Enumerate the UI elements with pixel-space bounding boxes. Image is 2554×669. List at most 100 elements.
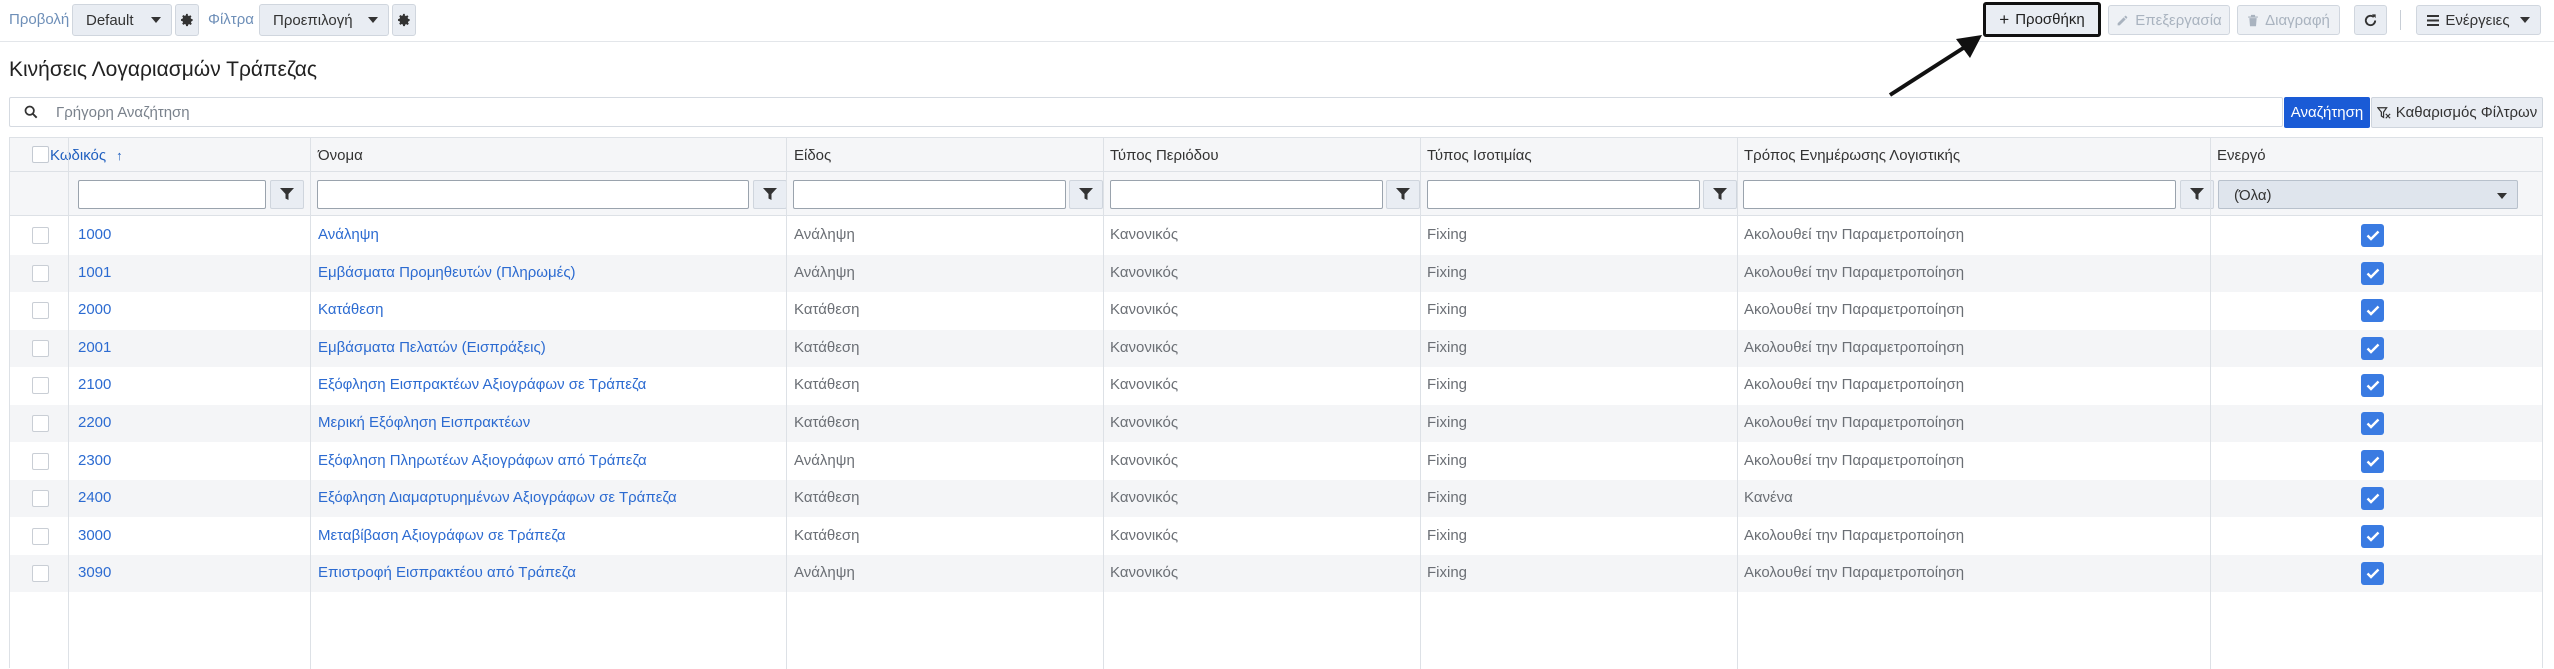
cell-period-type: Κανονικός (1110, 338, 1179, 356)
cell-name[interactable]: Εξόφληση Εισπρακτέων Αξιογράφων σε Τράπε… (318, 376, 646, 393)
table-row[interactable]: 2400 Εξόφληση Διαμαρτυρημένων Αξιογράφων … (10, 480, 2542, 518)
column-divider (2210, 138, 2211, 669)
cell-code[interactable]: 2001 (78, 339, 111, 356)
column-header-name[interactable]: Όνομα (318, 147, 363, 164)
filter-icon (280, 188, 294, 200)
view-settings-button[interactable] (175, 4, 199, 36)
filter-input-code[interactable] (78, 180, 266, 209)
cell-name[interactable]: Επιστροφή Εισπρακτέου από Τράπεζα (318, 564, 576, 581)
cell-name[interactable]: Ανάληψη (318, 226, 379, 243)
table-row[interactable]: 1000 Ανάληψη Ανάληψη Κανονικός Fixing Ακολουθ… (10, 217, 2542, 254)
cell-accounting-update: Ακολουθεί την Παραμετροποίηση (1744, 301, 1965, 319)
active-checkbox[interactable] (2361, 412, 2384, 435)
edit-button[interactable]: Επεξεργασία (2108, 5, 2230, 35)
cell-name[interactable]: Εξόφληση Πληρωτέων Αξιογράφων από Τράπεζ… (318, 452, 647, 469)
active-checkbox[interactable] (2361, 299, 2384, 323)
cell-kind: Κατάθεση (794, 376, 860, 394)
cell-parity-type: Fixing (1427, 564, 1468, 582)
cell-code[interactable]: 2000 (78, 301, 111, 318)
column-header-active[interactable]: Ενεργό (2217, 147, 2266, 164)
cell-name[interactable]: Μεταβίβαση Αξιογράφων σε Τράπεζα (318, 527, 566, 544)
cell-code[interactable]: 2100 (78, 376, 111, 393)
column-header-kind[interactable]: Είδος (794, 147, 831, 164)
gear-icon (398, 13, 410, 27)
cell-name[interactable]: Κατάθεση (318, 301, 384, 318)
cell-kind: Κατάθεση (794, 301, 860, 319)
edit-button-label: Επεξεργασία (2135, 11, 2222, 29)
row-select-checkbox[interactable] (32, 415, 49, 432)
select-all-checkbox[interactable] (32, 146, 49, 163)
filters-select-value: Προεπιλογή (273, 12, 353, 29)
filter-button-accounting-update[interactable] (2180, 180, 2214, 209)
cell-name[interactable]: Εμβάσματα Πελατών (Εισπράξεις) (318, 339, 546, 356)
cell-name[interactable]: Εξόφληση Διαμαρτυρημένων Αξιογράφων σε Τ… (318, 489, 677, 506)
delete-button[interactable]: Διαγραφή (2237, 5, 2340, 35)
clear-filters-label: Καθαρισμός Φίλτρων (2395, 104, 2538, 121)
active-checkbox[interactable] (2361, 562, 2384, 586)
row-select-checkbox[interactable] (32, 452, 49, 470)
active-checkbox[interactable] (2361, 487, 2384, 511)
filter-input-parity-type[interactable] (1427, 180, 1700, 209)
filters-settings-button[interactable] (392, 4, 416, 36)
column-header-period-type[interactable]: Τύπος Περιόδου (1110, 147, 1219, 164)
search-button[interactable]: Αναζήτηση (2284, 97, 2370, 128)
column-divider (310, 138, 311, 669)
actions-menu-label: Ενέργειες (2445, 11, 2510, 29)
row-select-checkbox[interactable] (32, 339, 49, 357)
column-header-parity-type[interactable]: Τύπος Ισοτιμίας (1427, 147, 1532, 164)
table-row[interactable]: 1001 Εμβάσματα Προμηθευτών (Πληρωμές) Ανάλ… (10, 254, 2542, 292)
table-row[interactable]: 3000 Μεταβίβαση Αξιογράφων σε Τράπεζα Κατά… (10, 518, 2542, 555)
cell-code[interactable]: 2300 (78, 452, 111, 469)
row-select-checkbox[interactable] (32, 490, 49, 508)
filter-input-accounting-update[interactable] (1743, 180, 2176, 209)
quick-search-input[interactable] (54, 98, 2254, 126)
column-header-code[interactable]: Κωδικός ↑ (50, 147, 123, 164)
cell-name[interactable]: Εμβάσματα Προμηθευτών (Πληρωμές) (318, 264, 576, 281)
filter-button-kind[interactable] (1069, 180, 1103, 209)
row-select-checkbox[interactable] (32, 264, 49, 282)
row-select-checkbox[interactable] (32, 227, 49, 244)
filter-input-kind[interactable] (793, 180, 1066, 209)
cell-code[interactable]: 1000 (78, 226, 111, 243)
filter-button-period-type[interactable] (1386, 180, 1420, 209)
active-checkbox[interactable] (2361, 449, 2384, 473)
filter-select-active[interactable]: (Όλα) (2218, 180, 2518, 209)
table-row[interactable]: 2200 Μερική Εξόφληση Εισπρακτέων Κατάθεση Κ… (10, 405, 2542, 442)
active-checkbox[interactable] (2361, 261, 2384, 285)
filter-button-code[interactable] (270, 180, 304, 209)
cell-code[interactable]: 1001 (78, 264, 111, 281)
view-select[interactable]: Default (72, 4, 172, 36)
cell-code[interactable]: 2200 (78, 414, 111, 431)
row-select-checkbox[interactable] (32, 527, 49, 545)
filters-select[interactable]: Προεπιλογή (259, 4, 389, 36)
filter-button-name[interactable] (753, 180, 787, 209)
row-select-checkbox[interactable] (32, 377, 49, 395)
actions-menu-button[interactable]: Ενέργειες (2416, 5, 2541, 35)
checkmark-icon (2366, 418, 2379, 429)
active-checkbox[interactable] (2361, 524, 2384, 548)
filter-input-name[interactable] (317, 180, 749, 209)
cell-code[interactable]: 2400 (78, 489, 111, 506)
clear-filters-button[interactable]: Καθαρισμός Φίλτρων (2371, 97, 2543, 128)
cell-accounting-update: Ακολουθεί την Παραμετροποίηση (1744, 226, 1965, 243)
filter-button-parity-type[interactable] (1703, 180, 1737, 209)
active-checkbox[interactable] (2361, 374, 2384, 398)
add-button[interactable]: + Προσθήκη (1983, 2, 2101, 37)
cell-name[interactable]: Μερική Εξόφληση Εισπρακτέων (318, 414, 530, 431)
cell-code[interactable]: 3000 (78, 527, 111, 544)
cell-period-type: Κανονικός (1110, 526, 1179, 544)
table-row[interactable]: 3090 Επιστροφή Εισπρακτέου από Τράπεζα Ανά… (10, 555, 2542, 593)
table-row[interactable]: 2100 Εξόφληση Εισπρακτέων Αξιογράφων σε Τ… (10, 367, 2542, 404)
active-checkbox[interactable] (2361, 224, 2384, 247)
row-select-checkbox[interactable] (32, 302, 49, 320)
cell-code[interactable]: 3090 (78, 564, 111, 581)
table-row[interactable]: 2300 Εξόφληση Πληρωτέων Αξιογράφων από Τρ… (10, 443, 2542, 480)
table-row[interactable]: 2000 Κατάθεση Κατάθεση Κανονικός Fixing Ακολο… (10, 292, 2542, 329)
active-checkbox[interactable] (2361, 336, 2384, 360)
row-select-checkbox[interactable] (32, 565, 49, 583)
filter-input-period-type[interactable] (1110, 180, 1383, 209)
column-header-accounting-update[interactable]: Τρόπος Ενημέρωσης Λογιστικής (1744, 147, 1960, 164)
add-button-label: Προσθήκη (2015, 11, 2085, 28)
refresh-button[interactable] (2354, 5, 2387, 35)
table-row[interactable]: 2001 Εμβάσματα Πελατών (Εισπράξεις) Κατάθε… (10, 329, 2542, 367)
